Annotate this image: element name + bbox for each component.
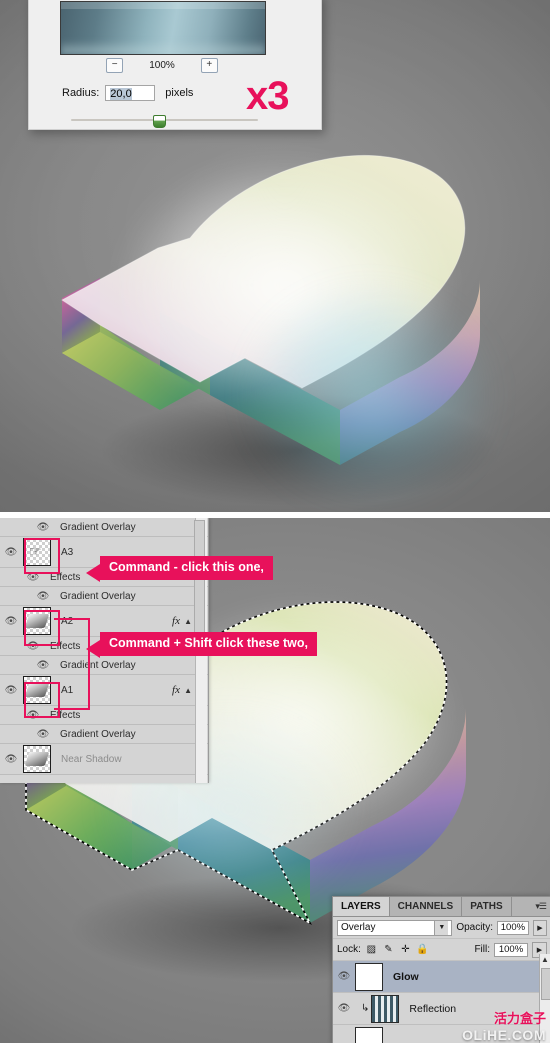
callout-1: Command - click this one, — [100, 556, 273, 580]
preview-zoom-controls: − 100% + — [60, 55, 264, 75]
radius-slider[interactable] — [71, 115, 258, 128]
blend-mode-row: Overlay ▼ Opacity: 100% ▶ — [333, 917, 550, 939]
effects-label: Effects — [50, 571, 81, 583]
watermark-en: OLiHE.COM — [462, 1027, 546, 1043]
eye-icon[interactable]: 👁 — [32, 729, 54, 740]
preview-top-sheen — [61, 2, 265, 9]
layer-row-a1[interactable]: 👁 A1 fx ▲ — [0, 675, 208, 706]
slider-knob[interactable] — [153, 115, 166, 128]
effect-label: Gradient Overlay — [60, 728, 136, 740]
chevron-up-icon[interactable]: ▲ — [184, 617, 192, 626]
zoom-in-button[interactable]: + — [200, 57, 218, 73]
effect-row-gradient-overlay[interactable]: 👁 Gradient Overlay — [0, 587, 208, 606]
chevron-down-icon[interactable]: ▼ — [434, 920, 449, 935]
effect-label: Gradient Overlay — [60, 590, 136, 602]
tab-layers[interactable]: LAYERS — [333, 897, 390, 916]
layer-thumbnail[interactable] — [23, 607, 51, 635]
callout-2: Command + Shift click these two, — [100, 632, 317, 656]
opacity-stepper[interactable]: ▶ — [532, 919, 547, 936]
effect-label: Gradient Overlay — [60, 521, 136, 533]
top-canvas: − 100% + Radius: 20,0 pixels x3 — [0, 0, 550, 512]
eye-icon[interactable]: 👁 — [0, 547, 22, 558]
tab-paths[interactable]: PATHS — [462, 897, 512, 916]
layer-name: Glow — [393, 970, 419, 983]
eye-icon[interactable]: 👁 — [333, 1003, 355, 1014]
opacity-value[interactable]: 100% — [497, 920, 529, 935]
eye-icon[interactable]: 👁 — [22, 710, 44, 721]
hand-cursor-icon: ☞ — [29, 543, 42, 559]
layer-name: A2 — [61, 615, 74, 627]
tab-channels[interactable]: CHANNELS — [389, 897, 463, 916]
eye-icon[interactable]: 👁 — [32, 591, 54, 602]
eye-icon[interactable]: 👁 — [0, 685, 22, 696]
radius-unit-label: pixels — [165, 87, 194, 99]
lock-transparent-icon[interactable]: ▨ — [365, 943, 378, 956]
lock-paint-icon[interactable]: ✎ — [382, 943, 395, 956]
eye-icon[interactable]: 👁 — [22, 572, 44, 583]
lock-all-icon[interactable]: 🔒 — [416, 943, 429, 956]
blend-mode-select[interactable]: Overlay ▼ — [337, 919, 453, 936]
lock-move-icon[interactable]: ✛ — [399, 943, 412, 956]
effect-row-gradient-overlay[interactable]: 👁 Gradient Overlay — [0, 656, 208, 675]
effect-row-gradient-overlay[interactable]: 👁 Gradient Overlay — [0, 518, 208, 537]
radius-label: Radius: — [62, 87, 100, 99]
layer-name: Near Shadow — [61, 753, 122, 765]
eye-icon[interactable]: 👁 — [333, 971, 355, 982]
eye-icon[interactable]: 👁 — [0, 616, 22, 627]
fill-value[interactable]: 100% — [494, 942, 528, 957]
eye-icon[interactable]: 👁 — [32, 522, 54, 533]
repeat-note: x3 — [246, 74, 289, 118]
preview-bottom-sheen — [61, 40, 265, 54]
effect-label: Gradient Overlay — [60, 659, 136, 671]
fx-icon[interactable]: fx — [172, 615, 180, 627]
layer-row-near-shadow[interactable]: 👁 Near Shadow — [0, 744, 208, 775]
effects-label: Effects — [50, 709, 81, 721]
opacity-label: Opacity: — [456, 922, 493, 933]
zoom-level-label: 100% — [149, 59, 175, 71]
eye-icon[interactable]: 👁 — [22, 641, 44, 652]
fill-label: Fill: — [474, 944, 490, 955]
tutorial-screenshot: − 100% + Radius: 20,0 pixels x3 👁 Gradie… — [0, 0, 550, 1043]
layer-name: Reflection — [409, 1002, 457, 1015]
palette-scrollbar-thumb[interactable] — [541, 968, 550, 1000]
panel-menu-icon[interactable]: ▾☰ — [535, 901, 547, 912]
radius-value: 20,0 — [110, 88, 132, 100]
palette-tabs: LAYERS CHANNELS PATHS ▾☰ — [333, 897, 550, 917]
panel-scrollbar-thumb[interactable] — [194, 520, 205, 640]
callout-arrow-1 — [86, 564, 100, 582]
thumbnail-art — [24, 683, 50, 697]
callout-arrow-2 — [86, 640, 100, 658]
chevron-up-icon[interactable]: ▲ — [541, 955, 549, 964]
isometric-letter-a-top — [40, 120, 520, 510]
zoom-out-button[interactable]: − — [106, 57, 124, 73]
radius-input[interactable]: 20,0 — [105, 85, 156, 101]
blur-preview[interactable] — [60, 1, 266, 55]
thumbnail-art — [24, 752, 50, 766]
radius-row: Radius: 20,0 pixels — [62, 85, 193, 101]
eye-icon[interactable]: 👁 — [32, 660, 54, 671]
lock-label: Lock: — [337, 944, 361, 955]
clipping-mask-icon: ↳ — [361, 1003, 370, 1014]
layer-thumbnail[interactable] — [371, 994, 400, 1023]
thumbnail-art — [24, 614, 50, 628]
layer-name: A1 — [61, 684, 74, 696]
effect-row-gradient-overlay[interactable]: 👁 Gradient Overlay — [0, 725, 208, 744]
palette-layer-glow[interactable]: 👁 Glow — [333, 961, 550, 993]
watermark-cn: 活力盒子 — [493, 1012, 546, 1027]
layer-name: A3 — [61, 546, 74, 558]
layer-thumbnail[interactable] — [23, 676, 51, 704]
layer-thumbnail[interactable] — [23, 745, 51, 773]
fx-icon[interactable]: fx — [172, 684, 180, 696]
layer-thumbnail[interactable] — [355, 962, 383, 991]
layer-thumbnail[interactable]: ☞ — [23, 538, 51, 566]
layer-thumbnail[interactable] — [355, 1026, 383, 1043]
effects-row[interactable]: 👁 Effects — [0, 706, 208, 725]
lock-row: Lock: ▨ ✎ ✛ 🔒 Fill: 100% ▶ — [333, 939, 550, 961]
chevron-up-icon[interactable]: ▲ — [184, 686, 192, 695]
effects-label: Effects — [50, 640, 81, 652]
eye-icon[interactable]: 👁 — [0, 754, 22, 765]
blend-mode-value: Overlay — [341, 922, 376, 933]
